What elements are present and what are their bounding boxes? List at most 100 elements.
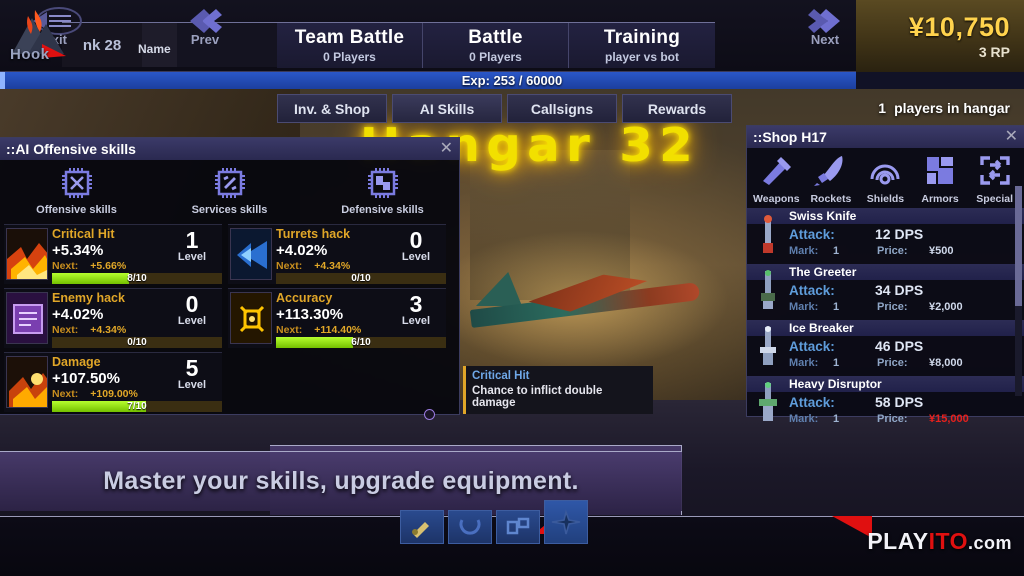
skill-category-label: Services skills <box>191 204 268 216</box>
brand-part-1: PLAY <box>867 528 929 554</box>
item-footer-row: Mark: 1 Price: ¥2,000 <box>747 298 1024 313</box>
skill-progress-bar: 0/10 <box>52 337 222 348</box>
tab-ai-skills[interactable]: AI Skills <box>392 94 502 123</box>
skill-body: Enemy hack +4.02% Next: +4.34% 0 Level 0/… <box>52 289 222 348</box>
item-name: Heavy Disruptor <box>747 376 1024 392</box>
chip-defensive-icon <box>367 168 398 198</box>
skill-row[interactable]: Damage +107.50% Next: +109.00% 5 Level 7/… <box>4 352 222 412</box>
players-in-hangar: 1 players in hangar <box>878 100 1010 116</box>
skill-row[interactable]: Accuracy +113.30% Next: +114.40% 3 Level … <box>228 288 446 348</box>
mark-value: 1 <box>833 301 840 313</box>
shop-category-label: Shields <box>866 193 905 205</box>
skill-category-offensive[interactable]: Offensive skills <box>12 168 142 218</box>
close-icon[interactable]: ✕ <box>1005 127 1018 147</box>
accuracy-icon <box>230 292 272 344</box>
tool-button-shield[interactable] <box>448 510 492 544</box>
tab-label: Rewards <box>647 100 707 117</box>
tool-button-aircraft[interactable] <box>544 500 588 544</box>
item-attack-row: Attack: 58 DPS <box>747 392 1024 410</box>
chevron-left-icon <box>190 9 222 33</box>
brand-part-3: .com <box>967 533 1012 553</box>
mark-label: Mark: <box>789 357 819 369</box>
money-value: ¥10,750 <box>908 12 1010 42</box>
mode-tab-battle[interactable]: Battle 0 Players <box>423 23 569 68</box>
circle-icon <box>459 519 481 535</box>
skill-category-defensive[interactable]: Defensive skills <box>318 168 448 218</box>
tab-callsigns[interactable]: Callsigns <box>507 94 617 123</box>
skill-category-services[interactable]: Services skills <box>165 168 295 218</box>
players-count: 1 <box>878 100 887 116</box>
price-value: ¥500 <box>929 245 954 257</box>
mode-tab-training[interactable]: Training player vs bot <box>569 23 715 68</box>
shop-category-shields[interactable]: Shields <box>858 153 913 205</box>
item-name: The Greeter <box>747 264 1024 280</box>
skill-level: 1 Level <box>166 229 218 264</box>
shop-category-label: Armors <box>921 193 959 205</box>
ai-skills-panel: ::AI Offensive skills ✕ Offensive skills… <box>0 137 460 415</box>
mode-tab-team-battle[interactable]: Team Battle 0 Players <box>277 23 423 68</box>
shop-scrollbar[interactable] <box>1015 186 1022 396</box>
skill-body: Turrets hack +4.02% Next: +4.34% 0 Level … <box>276 225 446 284</box>
skill-row[interactable]: Turrets hack +4.02% Next: +4.34% 0 Level … <box>228 224 446 284</box>
next-value: +4.34% <box>90 324 127 336</box>
shop-category-armors[interactable]: Armors <box>913 153 968 205</box>
next-button[interactable]: Next <box>780 4 870 50</box>
shop-category-rockets[interactable]: Rockets <box>804 153 859 205</box>
next-label: Next: <box>52 260 79 272</box>
shop-item[interactable]: Heavy Disruptor Attack: 58 DPS Mark: 1 P… <box>747 376 1024 432</box>
item-icon-swiss-knife <box>751 212 785 258</box>
item-attack-row: Attack: 46 DPS <box>747 336 1024 354</box>
rocket-icon <box>813 156 843 186</box>
shop-category-weapons[interactable]: Weapons <box>749 153 804 205</box>
tab-label: AI Skills <box>419 100 475 117</box>
prev-button[interactable]: Prev <box>160 4 250 50</box>
skills-panel-header: ::AI Offensive skills ✕ <box>0 138 459 160</box>
skill-category-label: Defensive skills <box>341 204 424 216</box>
skill-column-right: Turrets hack +4.02% Next: +4.34% 0 Level … <box>228 224 446 416</box>
tool-button-module[interactable] <box>496 510 540 544</box>
prev-label: Prev <box>190 32 220 47</box>
tab-inv-shop[interactable]: Inv. & Shop <box>277 94 387 123</box>
tab-label: Inv. & Shop <box>294 100 370 117</box>
skill-level-label: Level <box>401 315 431 327</box>
shield-icon <box>870 164 900 185</box>
tip-banner-text: Master your skills, upgrade equipment. <box>103 467 579 495</box>
shop-category-label: Special <box>976 193 1014 205</box>
tool-button-upgrade[interactable] <box>400 510 444 544</box>
attack-value: 46 DPS <box>875 338 924 354</box>
mark-value: 1 <box>833 357 840 369</box>
tab-rewards[interactable]: Rewards <box>622 94 732 123</box>
players-label: players in hangar <box>894 100 1010 116</box>
aircraft-icon <box>551 509 581 535</box>
price-value: ¥2,000 <box>929 301 963 313</box>
item-attack-row: Attack: 12 DPS <box>747 224 1024 242</box>
shop-category-special[interactable]: Special <box>967 153 1022 205</box>
skill-row[interactable]: Critical Hit +5.34% Next: +5.66% 1 Level … <box>4 224 222 284</box>
weapon-icon <box>763 157 792 185</box>
skill-level: 0 Level <box>166 293 218 328</box>
mode-tabs: Team Battle 0 Players Battle 0 Players T… <box>277 22 715 68</box>
close-icon[interactable]: ✕ <box>440 139 453 159</box>
special-icon <box>979 156 1010 185</box>
chevron-right-icon <box>808 9 840 33</box>
skill-level-label: Level <box>177 315 207 327</box>
sub-tabs: Inv. & Shop AI Skills Callsigns Rewards <box>277 94 732 123</box>
item-name: Ice Breaker <box>747 320 1024 336</box>
skill-row[interactable]: Enemy hack +4.02% Next: +4.34% 0 Level 0/… <box>4 288 222 348</box>
skill-body: Damage +107.50% Next: +109.00% 5 Level 7/… <box>52 353 222 412</box>
shop-item[interactable]: The Greeter Attack: 34 DPS Mark: 1 Price… <box>747 264 1024 320</box>
next-label: Next: <box>52 324 79 336</box>
next-label: Next <box>810 32 840 47</box>
shop-scrollbar-thumb[interactable] <box>1015 186 1022 306</box>
skill-progress-text: 8/10 <box>127 273 147 284</box>
shop-item[interactable]: Swiss Knife Attack: 12 DPS Mark: 1 Price… <box>747 208 1024 264</box>
mode-title: Battle <box>468 27 523 48</box>
next-value: +114.40% <box>314 324 362 336</box>
price-label: Price: <box>877 301 908 313</box>
attack-label: Attack: <box>789 395 835 410</box>
attack-value: 34 DPS <box>875 282 924 298</box>
top-bar: nk 28 Name Team Battle 0 Players Battle … <box>0 0 1024 72</box>
brand-logo[interactable]: PLAYITO.com <box>867 528 1012 555</box>
shop-item[interactable]: Ice Breaker Attack: 46 DPS Mark: 1 Price… <box>747 320 1024 376</box>
skill-progress-text: 0/10 <box>127 337 147 348</box>
